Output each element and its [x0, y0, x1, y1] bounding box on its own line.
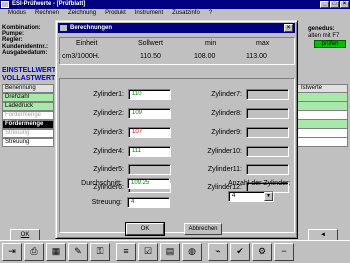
units-panel: Einheit Sollwert min max cm3/1000H. 110.… — [59, 37, 295, 65]
ok-icon[interactable]: ☑ — [138, 243, 158, 261]
durchschnitt-field: 109.25 — [127, 178, 170, 189]
anzahl-select[interactable]: 4 ▼ — [228, 191, 274, 202]
einheit-header: Einheit — [76, 40, 98, 47]
gear-icon[interactable]: ⚙ — [252, 243, 272, 261]
istwerte-cell[interactable] — [290, 111, 348, 120]
menu-modus[interactable]: Modus — [8, 9, 26, 18]
parameter-list: Benennung Drehzahl Ladedruck Fördermenge… — [2, 84, 54, 147]
dialog-title-bar: Berechnungen × — [58, 23, 295, 33]
zylinder3-field[interactable]: 107 — [128, 127, 171, 138]
zylinder9-label: Zylinder9: — [211, 129, 242, 136]
maximize-icon[interactable]: □ — [330, 1, 339, 8]
main-title-bar: ESI-Prüfwerte - [Prüfblatt] _ □ × — [0, 0, 350, 9]
minus-icon[interactable]: − — [274, 243, 294, 261]
dialog-title: Berechnungen — [70, 25, 113, 31]
check-icon[interactable]: ✔ — [230, 243, 250, 261]
max-header: max — [256, 40, 270, 47]
menu-zusatzinfo[interactable]: Zusatzinfo — [172, 9, 200, 18]
info-label: Kundenidentnr.: — [2, 43, 48, 50]
istwerte-cell[interactable] — [290, 102, 348, 111]
cylinder-group: Zylinder1: 110 Zylinder2: 109 Zylinder3:… — [59, 78, 295, 233]
info-label: Ausgabedatum: — [2, 49, 48, 56]
dialog-ok-button[interactable]: OK — [126, 223, 164, 235]
istwerte-column: Istwerte — [290, 84, 348, 147]
zylinder10-field — [246, 146, 289, 157]
list-header: Benennung — [2, 84, 54, 93]
zylinder8-label: Zylinder8: — [211, 110, 242, 117]
db-icon[interactable]: ▤ — [160, 243, 180, 261]
calc-icon[interactable]: ▦ — [46, 243, 66, 261]
anzahl-value: 4 — [232, 193, 236, 199]
right-header: genedus: alten mit F7 — [308, 26, 348, 39]
min-value: 108.00 — [194, 53, 216, 60]
minimize-icon[interactable]: _ — [320, 1, 329, 8]
istwerte-cell[interactable] — [290, 120, 348, 129]
min-header: min — [205, 40, 217, 47]
streuung-label: Streuung: — [91, 199, 122, 206]
right-header-title: genedus: — [308, 26, 335, 32]
pump-icon[interactable]: ◍ — [182, 243, 202, 261]
app-title: ESI-Prüfwerte - [Prüfblatt] — [12, 1, 86, 7]
close-icon[interactable]: × — [340, 1, 349, 8]
zylinder8-field — [246, 108, 289, 119]
zylinder5-field — [128, 164, 171, 175]
exit-icon[interactable]: ⇥ — [2, 243, 22, 261]
list-item[interactable]: Streuung — [2, 138, 54, 147]
streuung-field: 4 — [127, 197, 170, 208]
list-item[interactable]: Ladedruck — [2, 102, 54, 111]
menu-zeichnung[interactable]: Zeichnung — [68, 9, 96, 18]
anzahl-label: Anzahl der Zylinder: — [228, 180, 291, 187]
zylinder4-label: Zylinder4: — [93, 148, 124, 155]
chevron-down-icon[interactable]: ▼ — [264, 192, 273, 201]
zylinder1-field[interactable]: 110 — [128, 89, 171, 100]
menu-produkt[interactable]: Produkt — [105, 9, 126, 18]
max-value: 113.00 — [246, 53, 267, 60]
dialog-cancel-button[interactable]: Abbrechen — [184, 223, 222, 235]
sollwert-value: 110.50 — [140, 53, 161, 60]
einstellwerte-label: EINSTELLWERTE — [2, 67, 61, 74]
zylinder3-label: Zylinder3: — [93, 129, 124, 136]
dialog-icon — [60, 25, 67, 31]
list-item-selected[interactable]: Fördermenge — [2, 120, 54, 129]
zylinder11-field — [246, 164, 289, 175]
zylinder7-field — [246, 89, 289, 100]
right-header-sub: alten mit F7 — [308, 33, 340, 39]
istwerte-header: Istwerte — [290, 84, 348, 93]
pruefen-button[interactable]: prüfen — [314, 40, 346, 48]
istwerte-cell[interactable] — [290, 138, 348, 147]
durchschnitt-label: Durchschnitt: — [81, 180, 122, 187]
zylinder11-label: Zylinder11: — [207, 166, 242, 173]
istwerte-cell[interactable] — [290, 129, 348, 138]
dialog-close-icon[interactable]: × — [284, 24, 293, 32]
graph-icon[interactable]: ⌁ — [208, 243, 228, 261]
lock-icon[interactable]: ⚿ — [90, 243, 110, 261]
list-icon[interactable]: ≡ — [116, 243, 136, 261]
istwerte-cell[interactable] — [290, 93, 348, 102]
bottom-toolbar: ⇥ ⎙ ▦ ✎ ⚿ ≡ ☑ ▤ ◍ ⌁ ✔ ⚙ − — [0, 240, 350, 263]
menu-bar: Modus Rechnen Zeichnung Produkt Instrume… — [0, 9, 350, 18]
print-icon[interactable]: ⎙ — [24, 243, 44, 261]
list-item[interactable]: Streuung — [2, 129, 54, 138]
tools-icon[interactable]: ✎ — [68, 243, 88, 261]
vollastwerte-label: VOLLASTWERTE — [2, 75, 60, 82]
menu-instrument[interactable]: Instrument — [135, 9, 163, 18]
zylinder2-label: Zylinder2: — [93, 110, 124, 117]
zylinder5-label: Zylinder5: — [93, 166, 124, 173]
list-item[interactable]: Drehzahl — [2, 93, 54, 102]
zylinder4-field[interactable]: 111 — [128, 146, 171, 157]
zylinder1-label: Zylinder1: — [93, 91, 124, 98]
menu-rechnen[interactable]: Rechnen — [35, 9, 59, 18]
zylinder9-field — [246, 127, 289, 138]
app-icon — [1, 1, 9, 8]
zylinder10-label: Zylinder10: — [207, 148, 242, 155]
zylinder7-label: Zylinder7: — [211, 91, 242, 98]
zylinder2-field[interactable]: 109 — [128, 108, 171, 119]
sollwert-header: Sollwert — [138, 40, 163, 47]
info-labels: Kombination: Pumpe: Regler: Kundenidentn… — [2, 25, 48, 56]
unit-value: cm3/1000H. — [62, 53, 100, 60]
menu-help[interactable]: ? — [209, 9, 212, 18]
list-item[interactable]: Fördermenge — [2, 111, 54, 120]
einstellwerte-heading: EINSTELLWERTE VOLLASTWERTE — [2, 67, 61, 83]
berechnungen-dialog: Berechnungen × Einheit Sollwert min max … — [55, 20, 298, 239]
